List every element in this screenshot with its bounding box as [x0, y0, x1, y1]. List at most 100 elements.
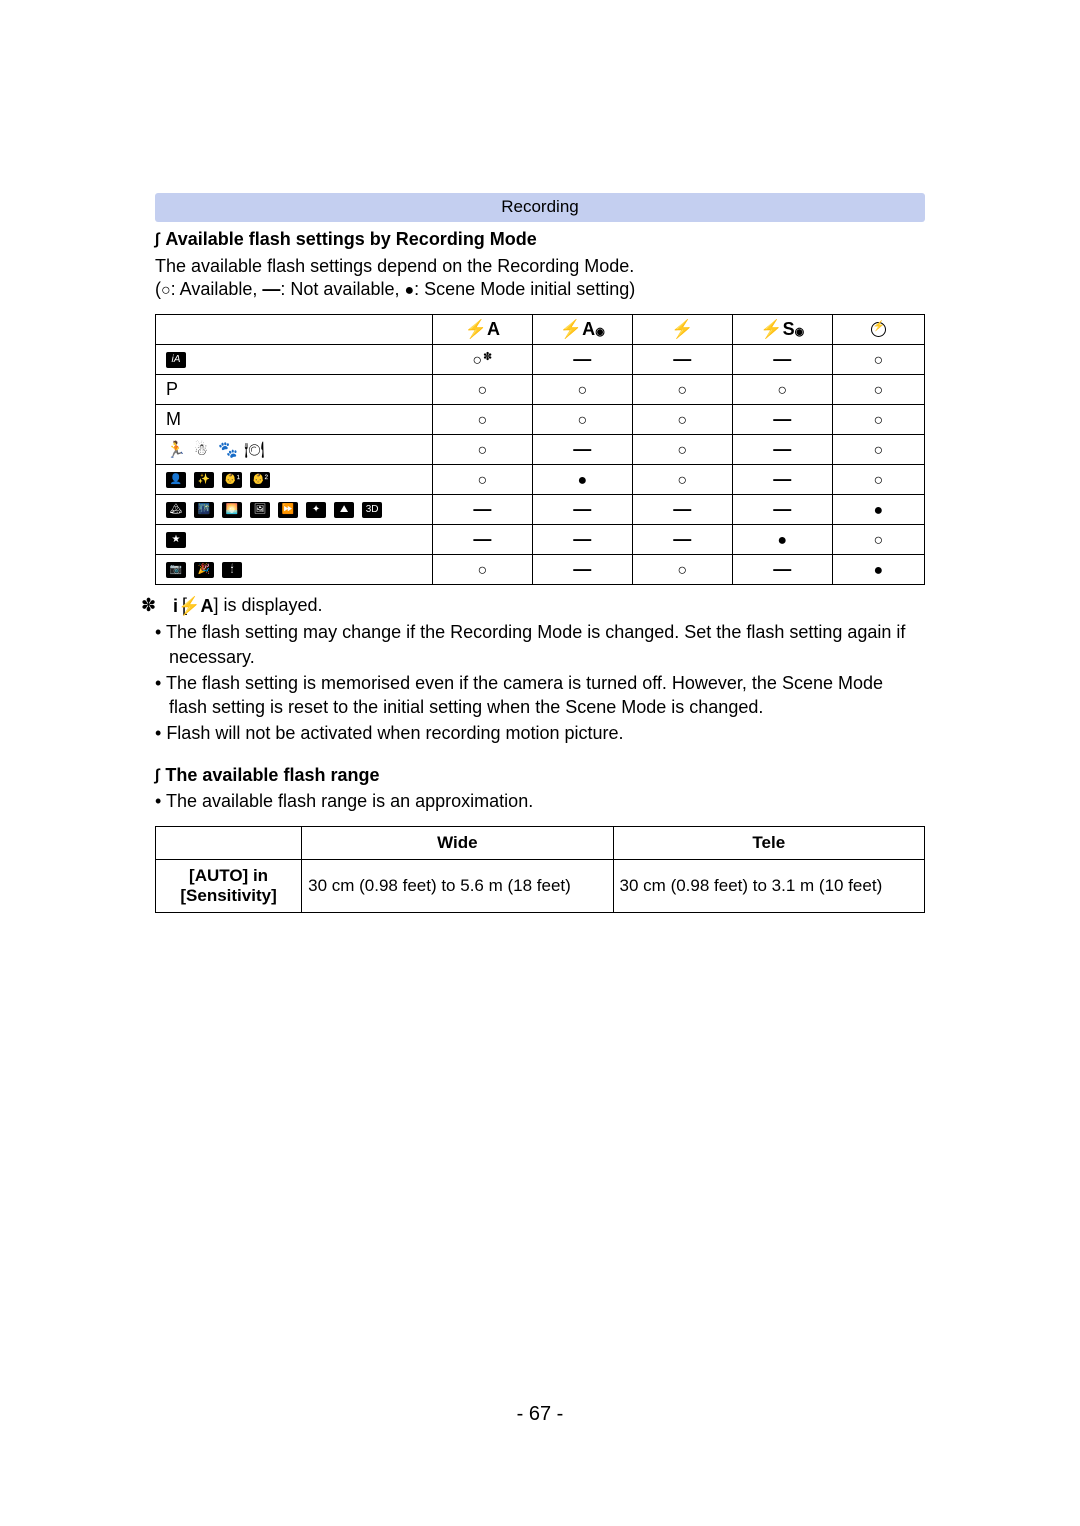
- cell: —: [532, 524, 632, 554]
- table-row: iA ○✽ — — — ○: [156, 344, 925, 374]
- flash-hdr-empty: [156, 314, 433, 344]
- cell: —: [532, 494, 632, 524]
- mode-scene-night-portrait: ★👤: [156, 524, 433, 554]
- scene-hispeed-icon: ⏩: [278, 502, 298, 518]
- circle-legend-icon: ○: [161, 282, 171, 299]
- footnote-text: ] is displayed.: [213, 595, 322, 615]
- range-rowhead-l1: [AUTO] in: [189, 866, 268, 885]
- cell: —: [532, 434, 632, 464]
- scene-sports-icon: 🏃: [166, 440, 184, 460]
- scene-glass-icon: 🖼: [250, 502, 270, 518]
- cell: ○: [632, 434, 732, 464]
- flash-hdr-auto-redeye-icon: ⚡A◉: [532, 314, 632, 344]
- cell: ●: [832, 554, 924, 584]
- legend-notavail: : Not available,: [280, 279, 404, 299]
- cell: ○: [832, 404, 924, 434]
- cell: ○: [432, 404, 532, 434]
- range-rowhead: [AUTO] in [Sensitivity]: [156, 859, 302, 912]
- note-item: • Flash will not be activated when recor…: [155, 721, 925, 745]
- scene-sunset-icon: 🌅: [222, 502, 242, 518]
- scene-photo-frame-icon: 📷: [166, 562, 186, 578]
- cell: —: [732, 434, 832, 464]
- table-row: 📷 🎉 🕯 ○ — ○ — ●: [156, 554, 925, 584]
- cell: ○: [432, 434, 532, 464]
- scene-3d-icon: 3D: [362, 502, 382, 518]
- cell: —: [732, 464, 832, 494]
- filled-legend-icon: ●: [404, 282, 414, 299]
- page: Recording ∫ Available flash settings by R…: [0, 0, 1080, 1526]
- cell: ●: [532, 464, 632, 494]
- page-number: - 67 -: [0, 1403, 1080, 1426]
- note-item: • The flash setting may change if the Re…: [155, 620, 925, 669]
- footnote: ✽ [i⚡A] is displayed.: [155, 593, 925, 618]
- table-row: M ○ ○ ○ — ○: [156, 404, 925, 434]
- scene-scenery-icon: 🏔: [166, 502, 186, 518]
- section2-heading: ∫ The available flash range: [155, 764, 925, 787]
- cell: ○: [832, 434, 924, 464]
- note-text: Flash will not be activated when recordi…: [166, 723, 623, 743]
- cell: —: [732, 494, 832, 524]
- range-header-row: Wide Tele: [156, 826, 925, 859]
- range-hdr-empty: [156, 826, 302, 859]
- content-column: Recording ∫ Available flash settings by R…: [155, 193, 925, 913]
- legend-available: : Available,: [171, 279, 263, 299]
- cell: —: [432, 494, 532, 524]
- table-row: ★👤 — — — ● ○: [156, 524, 925, 554]
- mode-scene-group-landscapes: 🏔 🌃 🌅 🖼 ⏩ ✦ ⛰ 3D: [156, 494, 433, 524]
- section1-heading: ∫ Available flash settings by Recording M…: [155, 228, 925, 251]
- mode-M: M: [156, 404, 433, 434]
- scene-starry-icon: ✦: [306, 502, 326, 518]
- cell: —: [532, 344, 632, 374]
- cell: —: [432, 524, 532, 554]
- note-text: The flash setting may change if the Reco…: [166, 622, 905, 666]
- section2-intro-text: The available flash range is an approxim…: [166, 791, 533, 811]
- square-bullet-icon: ∫: [155, 766, 159, 787]
- scene-candle-icon: 🕯: [222, 562, 242, 578]
- flash-range-table: Wide Tele [AUTO] in [Sensitivity] 30 cm …: [155, 826, 925, 913]
- section1-heading-text: Available flash settings by Recording Mo…: [165, 229, 536, 249]
- cell: ○: [832, 374, 924, 404]
- scene-baby2-icon: 👶²: [250, 472, 270, 488]
- cell: ○: [832, 344, 924, 374]
- cell: ○: [532, 404, 632, 434]
- legend-initial: : Scene Mode initial setting): [414, 279, 635, 299]
- cell: ○: [632, 404, 732, 434]
- cell: —: [732, 344, 832, 374]
- cell: ●: [732, 524, 832, 554]
- mode-scene-group-portraits: 👤 ✨ 👶¹ 👶²: [156, 464, 433, 494]
- section2-intro: • The available flash range is an approx…: [155, 790, 925, 813]
- scene-soft-skin-icon: ✨: [194, 472, 214, 488]
- cell: ○: [432, 374, 532, 404]
- cell: ○: [732, 374, 832, 404]
- section2-heading-text: The available flash range: [165, 765, 379, 785]
- section-banner: Recording: [155, 193, 925, 222]
- cell: —: [632, 344, 732, 374]
- range-rowhead-l2: [Sensitivity]: [180, 886, 276, 905]
- cell: ○: [632, 374, 732, 404]
- mode-scene-group-1: 🏃 ☃ 🐾 🍽: [156, 434, 433, 464]
- dash-legend-icon: —: [262, 279, 280, 299]
- section1-intro: The available flash settings depend on t…: [155, 255, 925, 278]
- cell: ○: [432, 464, 532, 494]
- scene-portrait-icon: 👤: [166, 472, 186, 488]
- mode-P: P: [156, 374, 433, 404]
- table-row: 🏔 🌃 🌅 🖼 ⏩ ✦ ⛰ 3D — — — — ●: [156, 494, 925, 524]
- flash-hdr-forced-on-icon: ⚡: [632, 314, 732, 344]
- cell: ○: [632, 464, 732, 494]
- table-row: 🏃 ☃ 🐾 🍽 ○ — ○ — ○: [156, 434, 925, 464]
- cell: —: [532, 554, 632, 584]
- range-tele-value: 30 cm (0.98 feet) to 3.1 m (10 feet): [613, 859, 924, 912]
- note-text: The flash setting is memorised even if t…: [166, 673, 883, 717]
- scene-night-portrait-icon: ★👤: [166, 532, 186, 548]
- mode-iA-icon: iA: [156, 344, 433, 374]
- flash-settings-table: ⚡A ⚡A◉ ⚡ ⚡S◉ iA ○✽: [155, 314, 925, 585]
- square-bullet-icon: ∫: [155, 230, 159, 251]
- iflash-auto-icon: i⚡A: [187, 594, 213, 618]
- table-row: P ○ ○ ○ ○ ○: [156, 374, 925, 404]
- cell: —: [732, 404, 832, 434]
- range-hdr-wide: Wide: [302, 826, 613, 859]
- flash-table-header-row: ⚡A ⚡A◉ ⚡ ⚡S◉: [156, 314, 925, 344]
- flash-hdr-slow-redeye-icon: ⚡S◉: [732, 314, 832, 344]
- cell: ○: [532, 374, 632, 404]
- section1-legend: (○: Available, —: Not available, ●: Scen…: [155, 278, 925, 302]
